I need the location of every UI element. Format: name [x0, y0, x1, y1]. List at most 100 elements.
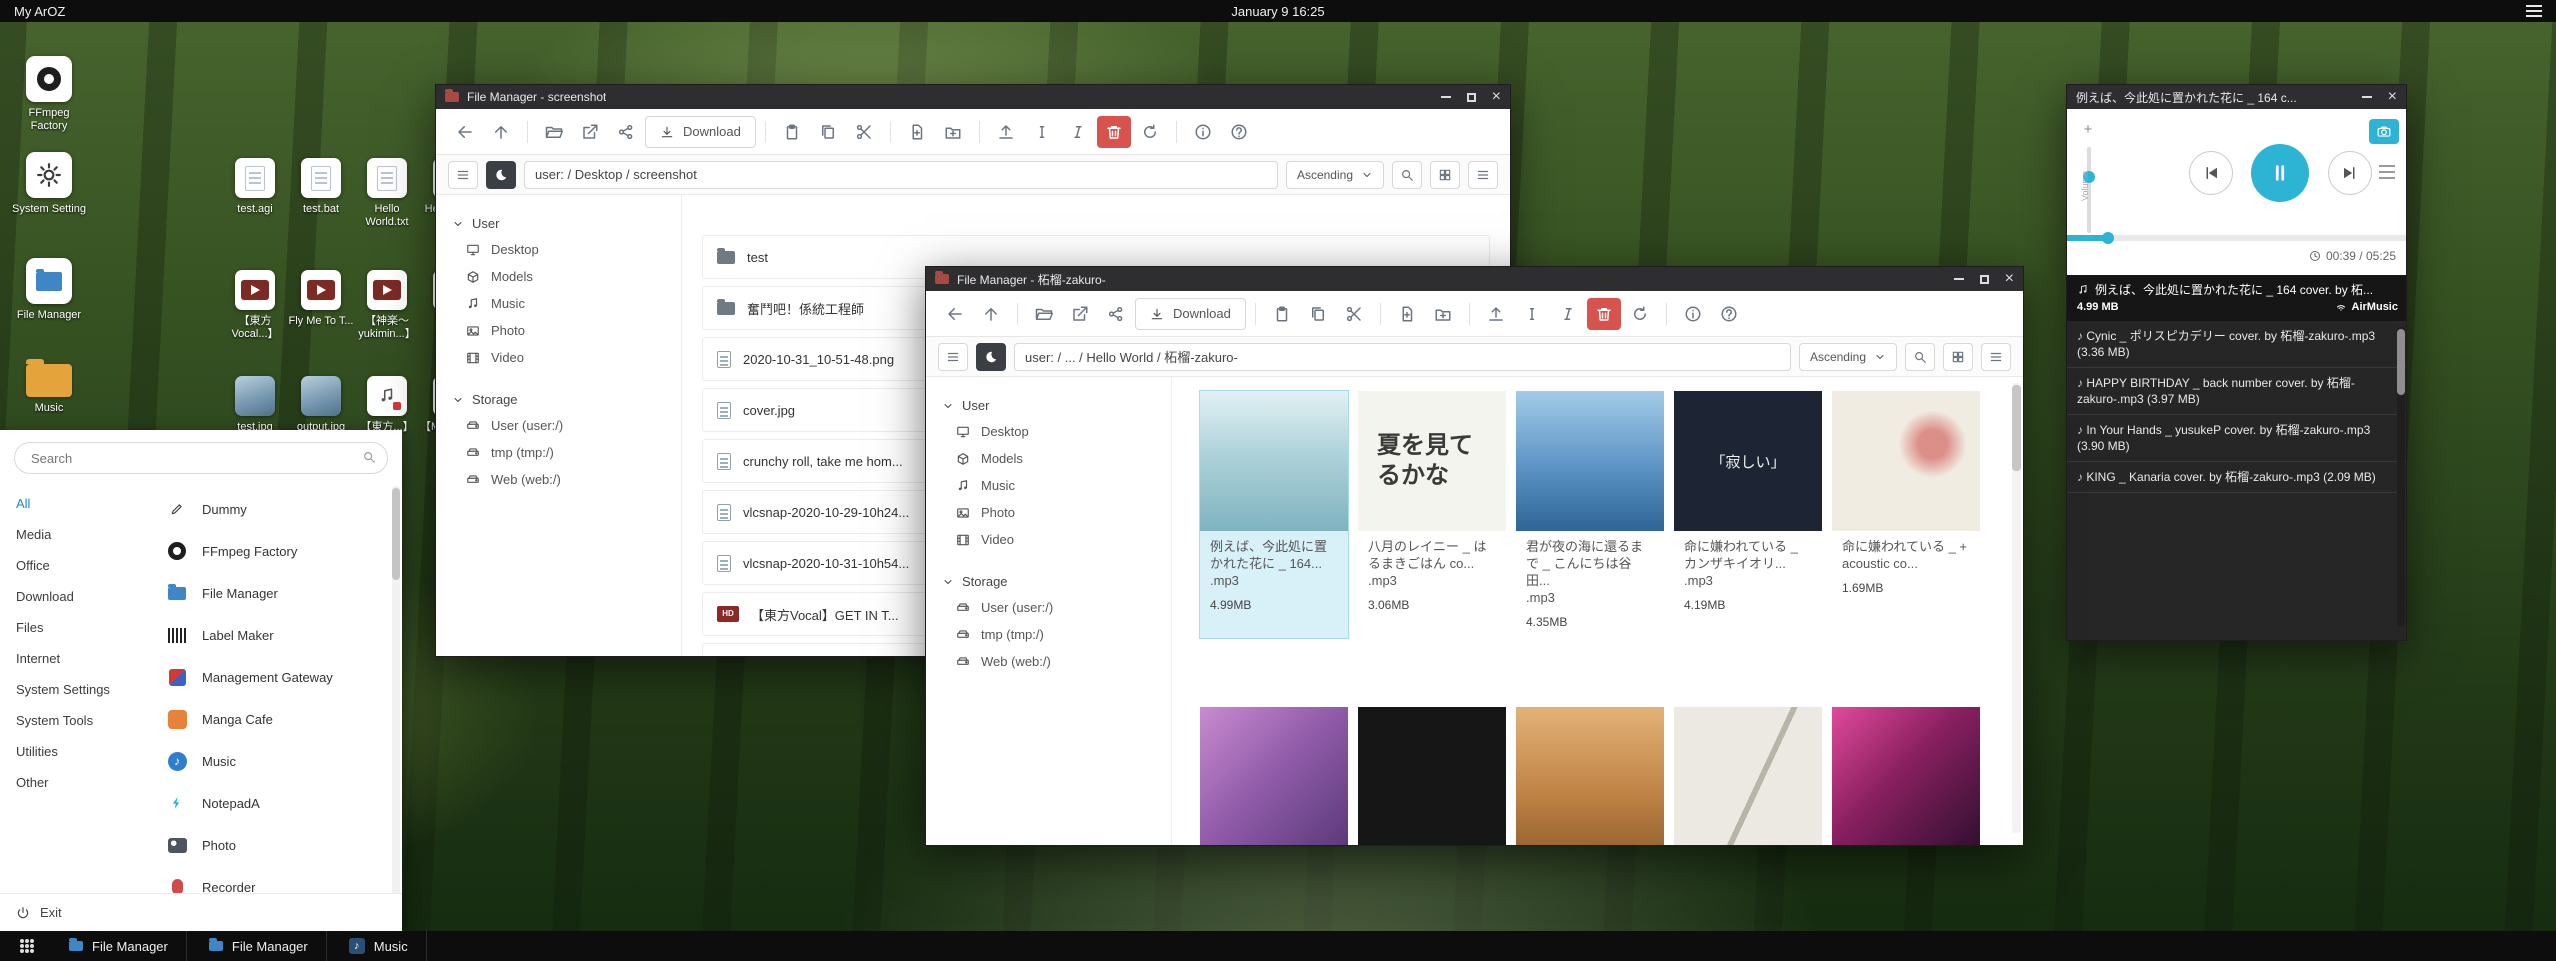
file-tile[interactable]: 「寂しい」 命に嫌われている _ カンザキイオリ... .mp3 4.19MB: [1674, 391, 1822, 638]
file-tile[interactable]: 夏を見て るかな 八月のレイニー _ はるまきごはん co... .mp3 3.…: [1358, 391, 1506, 638]
app-item-ffmpeg-factory[interactable]: FFmpeg Factory: [156, 530, 388, 572]
back-button[interactable]: [448, 116, 482, 148]
sidebar-item-photo[interactable]: Photo: [926, 499, 1171, 526]
sidebar-item-models[interactable]: Models: [436, 263, 681, 290]
help-button[interactable]: [1222, 116, 1256, 148]
help-button[interactable]: [1712, 298, 1746, 330]
list-view-button[interactable]: [1468, 161, 1498, 189]
category-system-settings[interactable]: System Settings: [0, 674, 150, 705]
sidebar-item-tmp-drive[interactable]: tmp (tmp:/): [926, 621, 1171, 648]
desktop-icon-file-manager[interactable]: File Manager: [7, 258, 91, 322]
download-button[interactable]: Download: [1135, 298, 1246, 330]
maximize-button[interactable]: [1467, 93, 1476, 102]
sidebar-section-storage[interactable]: Storage: [926, 569, 1171, 594]
cut-button[interactable]: [1337, 298, 1371, 330]
minimize-button[interactable]: [1954, 278, 1964, 280]
playlist-menu-icon[interactable]: [2379, 161, 2395, 183]
scrollbar[interactable]: [2397, 327, 2405, 627]
desktop-file-output-jpg[interactable]: output.jpg: [288, 376, 354, 434]
file-tile[interactable]: 忘却感傷代償連関...: [1674, 707, 1822, 845]
upload-button[interactable]: [1479, 298, 1513, 330]
taskbar-item-file-manager-2[interactable]: File Manager: [191, 931, 327, 961]
refresh-button[interactable]: [1623, 298, 1657, 330]
search-button[interactable]: [1905, 343, 1935, 371]
desktop-file-touhou-audio[interactable]: 【東方...】: [354, 376, 420, 434]
refresh-button[interactable]: [1133, 116, 1167, 148]
copy-button[interactable]: [1301, 298, 1335, 330]
desktop-file-fly-me-to[interactable]: Fly Me To T...: [288, 270, 354, 328]
next-track-button[interactable]: [2328, 151, 2372, 195]
playlist-item[interactable]: KING _ Kanaria cover. by 柘榴-zakuro-.mp3 …: [2067, 462, 2406, 493]
info-button[interactable]: [1676, 298, 1710, 330]
desktop-file-test-bat[interactable]: test.bat: [288, 158, 354, 216]
dark-mode-button[interactable]: [976, 343, 1006, 371]
download-button[interactable]: Download: [645, 116, 756, 148]
app-item-photo[interactable]: Photo: [156, 824, 388, 866]
paste-button[interactable]: [775, 116, 809, 148]
desktop-icon-system-setting[interactable]: System Setting: [7, 152, 91, 216]
rename-button[interactable]: [1025, 116, 1059, 148]
new-folder-button[interactable]: [1426, 298, 1460, 330]
properties-button[interactable]: [1061, 116, 1095, 148]
sidebar-item-photo[interactable]: Photo: [436, 317, 681, 344]
titlebar[interactable]: 例えば、今此処に置かれた花に _ 164 c... ×: [2067, 85, 2406, 109]
desktop-icon-music-folder[interactable]: Music: [7, 364, 91, 415]
path-input[interactable]: [524, 161, 1278, 189]
category-files[interactable]: Files: [0, 612, 150, 643]
desktop-icon-ffmpeg-factory[interactable]: FFmpeg Factory: [7, 56, 91, 133]
app-item-recorder[interactable]: Recorder: [156, 866, 388, 893]
titlebar[interactable]: File Manager - screenshot ×: [436, 85, 1510, 109]
playlist-item[interactable]: HAPPY BIRTHDAY _ back number cover. by 柘…: [2067, 368, 2406, 415]
properties-button[interactable]: [1551, 298, 1585, 330]
playlist-item[interactable]: In Your Hands _ yusukeP cover. by 柘榴-zak…: [2067, 415, 2406, 462]
app-item-label-maker[interactable]: Label Maker: [156, 614, 388, 656]
path-input[interactable]: [1014, 343, 1791, 371]
scrollbar[interactable]: [2012, 383, 2021, 833]
sidebar-item-desktop[interactable]: Desktop: [926, 418, 1171, 445]
app-item-file-manager[interactable]: File Manager: [156, 572, 388, 614]
grid-view-button[interactable]: [1430, 161, 1460, 189]
up-button[interactable]: [484, 116, 518, 148]
desktop-file-test-agi[interactable]: test.agi: [222, 158, 288, 216]
sidebar-item-music[interactable]: Music: [436, 290, 681, 317]
app-item-music[interactable]: Music: [156, 740, 388, 782]
file-tile[interactable]: 命に嫌われている _ + acoustic co... 1.69MB: [1832, 391, 1980, 638]
taskbar-item-file-manager-1[interactable]: File Manager: [51, 931, 187, 961]
cast-button[interactable]: [2369, 119, 2399, 144]
open-in-new-button[interactable]: [1063, 298, 1097, 330]
new-file-button[interactable]: [900, 116, 934, 148]
pause-button[interactable]: [2251, 144, 2309, 202]
sidebar-item-desktop[interactable]: Desktop: [436, 236, 681, 263]
desktop-file-hello-world-txt[interactable]: Hello World.txt: [354, 158, 420, 229]
new-file-button[interactable]: [1390, 298, 1424, 330]
share-button[interactable]: [1099, 298, 1133, 330]
sidebar-section-user[interactable]: User: [926, 393, 1171, 418]
scrollbar-thumb[interactable]: [392, 488, 400, 580]
sidebar-item-video[interactable]: Video: [926, 526, 1171, 553]
toggle-list-button[interactable]: [938, 343, 968, 371]
app-item-management-gateway[interactable]: Management Gateway: [156, 656, 388, 698]
category-all[interactable]: All: [0, 488, 150, 519]
volume-slider[interactable]: + Volume: [2079, 121, 2109, 251]
seek-handle[interactable]: [2102, 232, 2114, 244]
app-item-manga-cafe[interactable]: Manga Cafe: [156, 698, 388, 740]
paste-button[interactable]: [1265, 298, 1299, 330]
sidebar-section-storage[interactable]: Storage: [436, 387, 681, 412]
file-tile-selected[interactable]: 例えば、今此処に置かれた花に _ 164... .mp3 4.99MB: [1200, 391, 1348, 638]
cut-button[interactable]: [847, 116, 881, 148]
back-button[interactable]: [938, 298, 972, 330]
file-tile[interactable]: 紫京東蒼 _ Avaso...: [1832, 707, 1980, 845]
category-media[interactable]: Media: [0, 519, 150, 550]
seek-bar[interactable]: [2067, 235, 2406, 241]
brand-menu[interactable]: My ArOZ: [14, 4, 65, 19]
scrollbar-thumb[interactable]: [2397, 329, 2405, 395]
info-button[interactable]: [1186, 116, 1220, 148]
search-button[interactable]: [1392, 161, 1422, 189]
new-folder-button[interactable]: [936, 116, 970, 148]
scrollbar[interactable]: [392, 486, 400, 893]
app-item-dummy[interactable]: Dummy: [156, 488, 388, 530]
minimize-button[interactable]: [1441, 96, 1451, 98]
category-other[interactable]: Other: [0, 767, 150, 798]
sidebar-item-models[interactable]: Models: [926, 445, 1171, 472]
open-in-new-button[interactable]: [573, 116, 607, 148]
